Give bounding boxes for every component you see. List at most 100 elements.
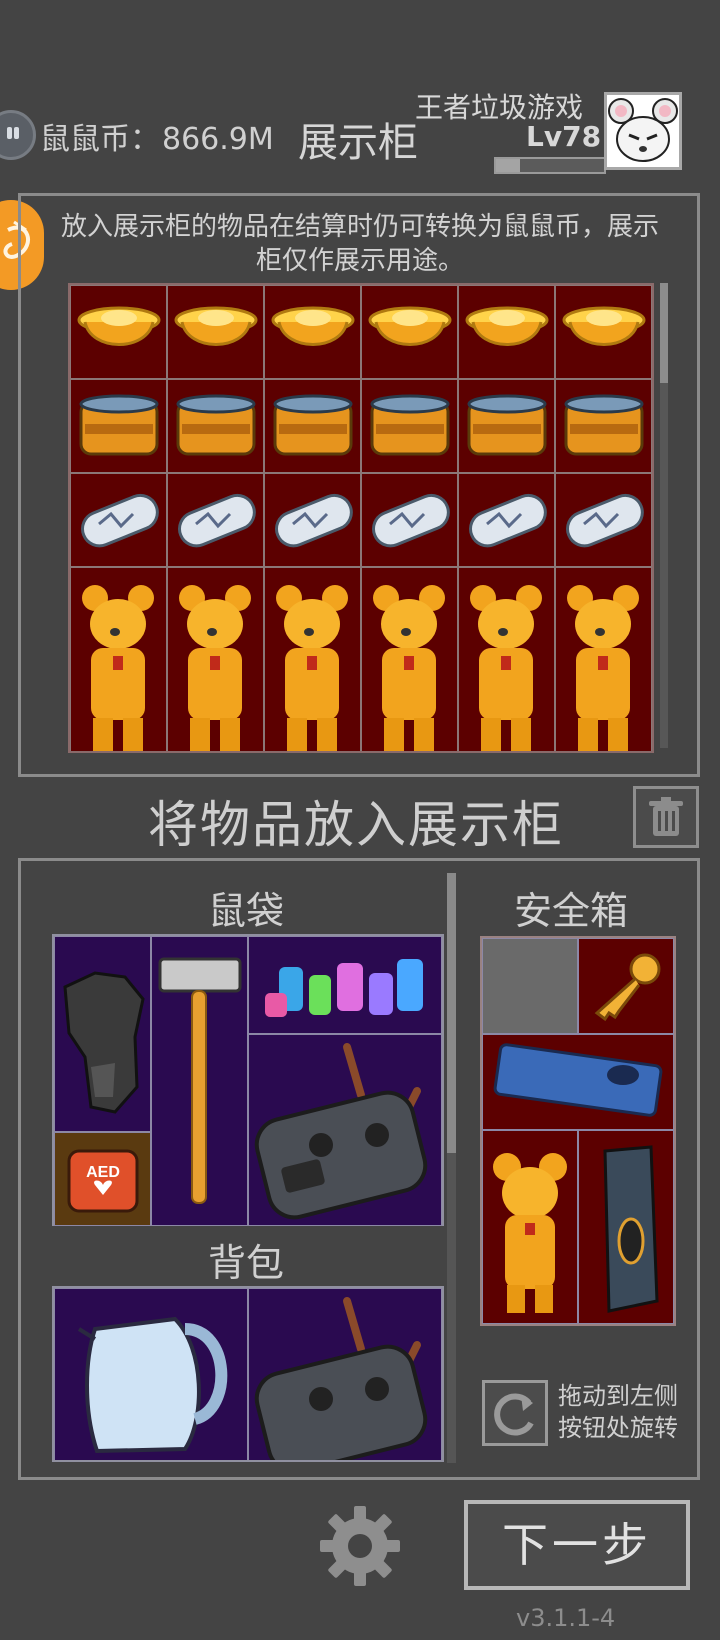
- gold-tin-can-icon: [79, 394, 159, 456]
- glass-capsule-icon: [178, 493, 256, 548]
- showcase-cell[interactable]: [264, 473, 361, 567]
- gold-ingot-icon: [465, 306, 549, 346]
- gold-ingot-icon: [368, 306, 452, 346]
- showcase-cell[interactable]: [167, 379, 264, 473]
- showcase-cell[interactable]: [555, 285, 652, 379]
- gold-ingot-icon: [174, 306, 258, 346]
- svg-text:AED: AED: [86, 1164, 120, 1181]
- glass-capsule-icon: [372, 493, 450, 548]
- graphics-card-icon: [493, 1043, 663, 1117]
- device-module-icon: [603, 1145, 659, 1313]
- showcase-cell[interactable]: [458, 285, 555, 379]
- showcase-cell[interactable]: [264, 567, 361, 751]
- electric-kettle-icon: [77, 1316, 228, 1454]
- safe-box-empty-slot[interactable]: [482, 938, 578, 1034]
- showcase-cell[interactable]: [361, 567, 458, 751]
- player-level: Lv78: [526, 120, 602, 153]
- showcase-cell[interactable]: [458, 567, 555, 751]
- safe-box-title: 安全箱: [514, 889, 629, 933]
- rotate-hint-line1: 拖动到左侧: [558, 1382, 678, 1410]
- potion-bottles-icon: [265, 959, 423, 1017]
- gold-ingot-icon: [77, 306, 161, 346]
- bag-title: 鼠袋: [208, 889, 285, 933]
- glass-capsule-icon: [566, 493, 644, 548]
- coin-value: 866.9M: [162, 122, 274, 157]
- showcase-cell[interactable]: [458, 473, 555, 567]
- avatar[interactable]: [604, 92, 682, 170]
- next-step-button[interactable]: 下一步: [464, 1500, 690, 1590]
- showcase-cell[interactable]: [264, 379, 361, 473]
- settings-button[interactable]: [316, 1502, 404, 1590]
- backpack-item-electric-kettle[interactable]: [54, 1288, 248, 1460]
- glass-capsule-icon: [275, 493, 353, 548]
- trash-icon: [649, 797, 683, 836]
- remote-controller-icon: [254, 1297, 428, 1460]
- bag-item-potion-bottles[interactable]: [248, 936, 442, 1034]
- golden-bear-statue-icon: [276, 585, 348, 751]
- showcase-cell[interactable]: [555, 379, 652, 473]
- remote-controller-icon: [254, 1043, 428, 1220]
- gold-ingot-icon: [271, 306, 355, 346]
- golden-bear-statue-icon: [82, 585, 154, 751]
- glass-capsule-icon: [81, 493, 159, 548]
- trash-button[interactable]: [633, 786, 699, 848]
- coin-balance: 鼠鼠币：866.9M: [38, 114, 274, 158]
- inventory-scroll-thumb[interactable]: [447, 873, 456, 1153]
- bag-item-aed-kit[interactable]: AED: [54, 1132, 151, 1226]
- gold-tin-can-icon: [273, 394, 353, 456]
- safe-item-golden-bear[interactable]: [482, 1130, 578, 1324]
- showcase-cell[interactable]: [167, 285, 264, 379]
- safe-item-graphics-card[interactable]: [482, 1034, 674, 1130]
- bag-item-sledgehammer[interactable]: [151, 936, 248, 1226]
- mouse-coin-icon: [0, 110, 36, 160]
- page-title: 展示柜: [298, 120, 418, 166]
- safe-item-gold-key[interactable]: [578, 938, 674, 1034]
- version-label: v3.1.1-4: [516, 1604, 616, 1632]
- showcase-cell[interactable]: [361, 285, 458, 379]
- showcase-description: 放入展示柜的物品在结算时仍可转换为鼠鼠币，展示柜仅作展示用途。: [60, 212, 659, 276]
- rotate-hint: 拖动到左侧 按钮处旋转: [558, 1380, 678, 1444]
- showcase-cell[interactable]: [70, 473, 167, 567]
- showcase-cell[interactable]: [555, 567, 652, 751]
- showcase-cell[interactable]: [70, 285, 167, 379]
- golden-bear-statue-icon: [373, 585, 445, 751]
- showcase-cell[interactable]: [361, 379, 458, 473]
- bag-item-tactical-boot[interactable]: [54, 936, 151, 1132]
- rotate-button[interactable]: [482, 1380, 548, 1446]
- showcase-cell[interactable]: [167, 473, 264, 567]
- gold-tin-can-icon: [370, 394, 450, 456]
- showcase-cell[interactable]: [361, 473, 458, 567]
- golden-bear-statue-icon: [179, 585, 251, 751]
- showcase-cell[interactable]: [264, 285, 361, 379]
- showcase-cell[interactable]: [555, 473, 652, 567]
- gold-tin-can-icon: [564, 394, 644, 456]
- gold-ingot-icon: [562, 306, 646, 346]
- glass-capsule-icon: [469, 493, 547, 548]
- gold-key-icon: [594, 953, 661, 1022]
- mouse-avatar-icon: [607, 95, 679, 167]
- showcase-cell[interactable]: [458, 379, 555, 473]
- backpack-grid[interactable]: [52, 1286, 444, 1462]
- golden-bear-statue-icon: [493, 1153, 567, 1313]
- safe-box-grid[interactable]: [480, 936, 676, 1326]
- sledgehammer-icon: [158, 957, 242, 1204]
- backpack-item-remote-controller[interactable]: [248, 1288, 442, 1460]
- xp-progress-bar: [494, 157, 606, 174]
- bag-grid[interactable]: AED: [52, 934, 444, 1226]
- showcase-cell[interactable]: [167, 567, 264, 751]
- coin-label: 鼠鼠币：: [40, 122, 160, 157]
- gold-tin-can-icon: [176, 394, 256, 456]
- showcase-scroll-thumb[interactable]: [660, 283, 668, 383]
- inventory-scrollbar[interactable]: [447, 873, 456, 1463]
- bag-item-remote-controller[interactable]: [248, 1034, 442, 1226]
- golden-bear-statue-icon: [470, 585, 542, 751]
- put-into-showcase-title: 将物品放入展示柜: [148, 796, 564, 854]
- rotate-icon: [494, 1393, 534, 1436]
- showcase-grid[interactable]: [68, 283, 654, 753]
- backpack-title: 背包: [208, 1241, 285, 1285]
- showcase-cell[interactable]: [70, 567, 167, 751]
- rotate-hint-line2: 按钮处旋转: [558, 1414, 678, 1442]
- showcase-cell[interactable]: [70, 379, 167, 473]
- safe-item-device-module[interactable]: [578, 1130, 674, 1324]
- showcase-scrollbar[interactable]: [660, 283, 668, 748]
